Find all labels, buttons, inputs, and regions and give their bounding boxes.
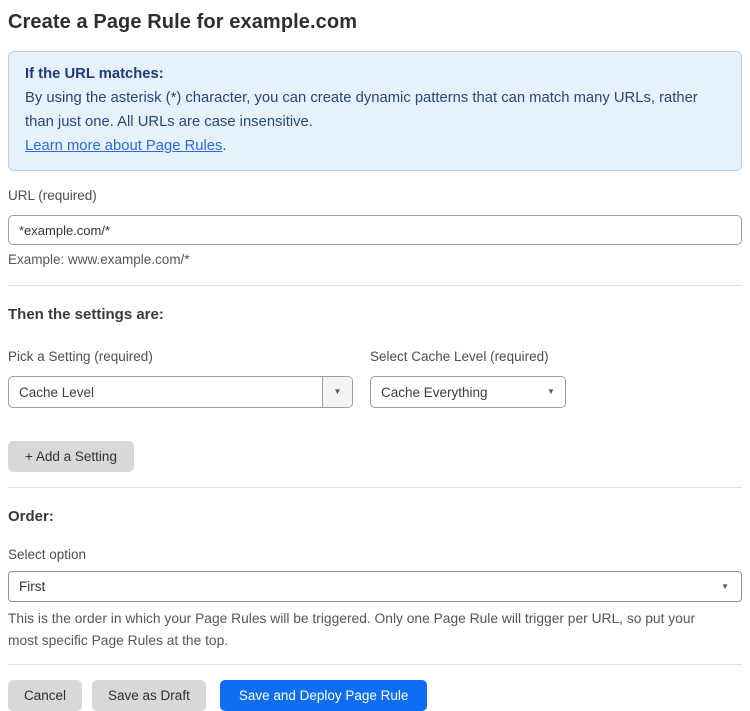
chevron-down-icon: ▼ bbox=[547, 387, 555, 396]
pick-setting-column: Pick a Setting (required) Cache Level ▼ bbox=[8, 349, 353, 408]
add-setting-button[interactable]: + Add a Setting bbox=[8, 441, 134, 472]
order-helper-text: This is the order in which your Page Rul… bbox=[8, 611, 696, 648]
cache-level-column: Select Cache Level (required) Cache Ever… bbox=[370, 349, 566, 408]
save-and-deploy-button[interactable]: Save and Deploy Page Rule bbox=[219, 680, 428, 711]
pick-setting-value: Cache Level bbox=[19, 384, 95, 400]
cache-level-label: Select Cache Level (required) bbox=[370, 349, 549, 364]
chevron-down-icon: ▼ bbox=[333, 387, 342, 396]
section-divider bbox=[8, 664, 742, 665]
info-box-link-line: Learn more about Page Rules. bbox=[25, 134, 725, 158]
cancel-button[interactable]: Cancel bbox=[8, 680, 83, 711]
footer-actions: Cancel Save as Draft Save and Deploy Pag… bbox=[8, 680, 742, 711]
info-box-body: By using the asterisk (*) character, you… bbox=[25, 90, 698, 130]
order-select[interactable]: First ▼ bbox=[8, 571, 742, 602]
order-select-label: Select option bbox=[8, 547, 87, 562]
url-label: URL (required) bbox=[8, 188, 97, 203]
page-rule-form: Create a Page Rule for example.com If th… bbox=[0, 0, 750, 711]
chevron-down-icon: ▼ bbox=[721, 581, 729, 591]
save-as-draft-button[interactable]: Save as Draft bbox=[92, 680, 206, 711]
order-selected-value: First bbox=[19, 579, 46, 594]
settings-heading: Then the settings are: bbox=[8, 306, 164, 323]
pick-setting-arrow-box[interactable]: ▼ bbox=[322, 377, 352, 407]
page-title: Create a Page Rule for example.com bbox=[8, 11, 358, 33]
section-divider bbox=[8, 285, 742, 286]
cache-level-value: Cache Everything bbox=[381, 384, 488, 400]
url-matches-info-box: If the URL matches: By using the asteris… bbox=[8, 51, 742, 171]
cache-level-dropdown[interactable]: Cache Everything ▼ bbox=[370, 376, 566, 408]
settings-row: Pick a Setting (required) Cache Level ▼ … bbox=[8, 349, 742, 408]
info-box-heading: If the URL matches: bbox=[25, 66, 164, 82]
pick-setting-dropdown[interactable]: Cache Level ▼ bbox=[8, 376, 353, 408]
link-suffix: . bbox=[222, 138, 227, 154]
order-heading: Order: bbox=[8, 508, 54, 525]
pick-setting-label: Pick a Setting (required) bbox=[8, 349, 153, 364]
section-divider bbox=[8, 487, 742, 488]
learn-more-link[interactable]: Learn more about Page Rules bbox=[25, 138, 222, 154]
url-example-text: Example: www.example.com/* bbox=[8, 252, 190, 267]
url-input[interactable] bbox=[8, 215, 742, 245]
cache-level-arrow-box[interactable]: ▼ bbox=[537, 377, 565, 407]
